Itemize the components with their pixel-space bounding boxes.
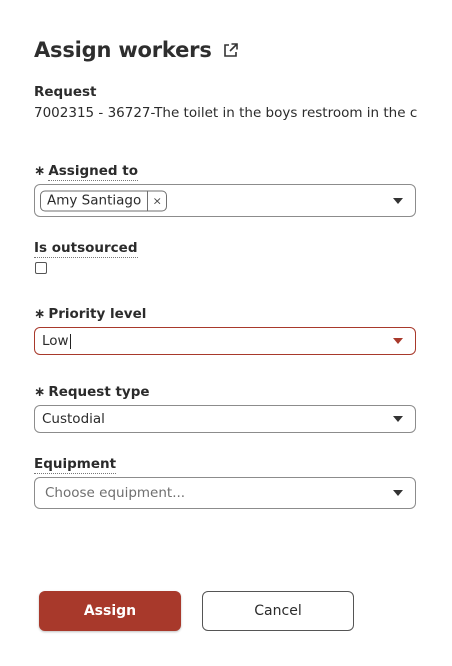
priority-level-input[interactable]: Low: [42, 333, 71, 349]
request-label: Request: [34, 84, 97, 100]
assign-button[interactable]: Assign: [39, 591, 181, 631]
chevron-down-icon[interactable]: [393, 338, 403, 344]
required-marker: ∗: [34, 163, 46, 179]
assigned-to-select[interactable]: Amy Santiago ×: [34, 184, 416, 217]
request-type-label: ∗ Request type: [34, 384, 150, 400]
priority-level-select[interactable]: Low: [34, 327, 416, 355]
assigned-to-label: ∗ Assigned to: [34, 163, 138, 181]
equipment-select[interactable]: Choose equipment...: [34, 477, 416, 509]
chevron-down-icon[interactable]: [393, 416, 403, 422]
text-cursor: [69, 333, 71, 349]
equipment-label: Equipment: [34, 456, 117, 474]
cancel-button[interactable]: Cancel: [202, 591, 354, 631]
remove-assignee-icon[interactable]: ×: [148, 191, 166, 210]
required-marker: ∗: [34, 306, 46, 322]
request-type-select[interactable]: Custodial: [34, 405, 416, 433]
assignee-chip-label: Amy Santiago: [41, 191, 149, 210]
request-value: 7002315 - 36727-The toilet in the boys r…: [34, 105, 418, 121]
dialog-header: Assign workers: [34, 38, 239, 62]
required-marker: ∗: [34, 384, 46, 400]
chevron-down-icon[interactable]: [393, 197, 403, 204]
assignee-chip: Amy Santiago ×: [40, 190, 168, 211]
dialog-title: Assign workers: [34, 38, 212, 62]
equipment-placeholder: Choose equipment...: [45, 485, 186, 501]
is-outsourced-label: Is outsourced: [34, 240, 138, 258]
is-outsourced-checkbox[interactable]: [35, 262, 47, 274]
external-link-icon[interactable]: [222, 42, 239, 59]
chevron-down-icon[interactable]: [393, 490, 403, 496]
priority-level-label: ∗ Priority level: [34, 306, 147, 322]
request-type-value: Custodial: [42, 411, 105, 427]
